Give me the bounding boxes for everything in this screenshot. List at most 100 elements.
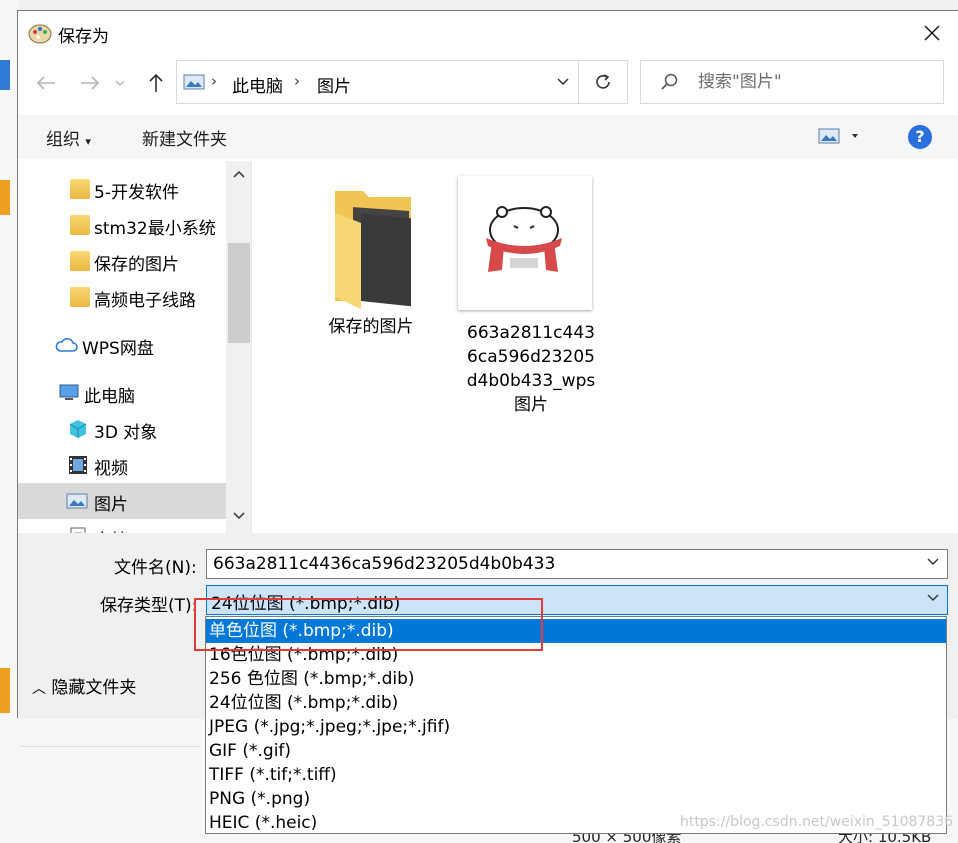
sidebar-item-3d-objects[interactable]: 3D 对象 — [18, 411, 226, 447]
change-view-button[interactable] — [818, 127, 862, 149]
arrow-up-icon — [149, 73, 163, 92]
save-type-options-list: 单色位图 (*.bmp;*.dib) 16色位图 (*.bmp;*.dib) 2… — [205, 616, 947, 834]
bear-mascot-image — [486, 206, 562, 272]
sidebar-item-dev-software[interactable]: 5-开发软件 — [18, 171, 226, 207]
file-item-name-line: 图片 — [514, 395, 548, 415]
breadcrumb-pictures[interactable]: 图片 — [317, 72, 351, 97]
computer-icon — [59, 384, 79, 400]
close-button[interactable] — [906, 11, 958, 55]
cloud-icon — [55, 338, 78, 352]
filename-label: 文件名(N): — [114, 558, 197, 578]
save-type-label: 保存类型(T): — [100, 596, 198, 616]
chevron-up-icon[interactable] — [232, 169, 246, 179]
title-bar: 保存为 — [18, 11, 958, 55]
filename-input[interactable] — [211, 552, 911, 576]
file-item-name: 保存的图片 — [328, 317, 414, 337]
sidebar-item-documents[interactable]: 文档 — [18, 519, 226, 533]
up-button[interactable] — [140, 67, 172, 99]
save-type-select[interactable]: 24位位图 (*.bmp;*.dib) — [206, 585, 948, 615]
caret-down-icon: ▾ — [85, 135, 91, 148]
scrollbar-thumb[interactable] — [228, 243, 250, 343]
file-item-image[interactable]: 663a2811c443 6ca596d23205 d4b0b433_wps 图… — [456, 321, 606, 417]
sidebar-item-label: stm32最小系统 — [94, 219, 216, 239]
folder-icon — [70, 251, 90, 271]
background-app-edge — [0, 0, 18, 843]
sidebar-item-hf-circuits[interactable]: 高频电子线路 — [18, 279, 226, 315]
chevron-down-icon — [115, 80, 125, 86]
help-icon: ? — [915, 127, 925, 146]
folder-icon — [70, 179, 90, 199]
forward-button[interactable] — [74, 67, 106, 99]
save-type-option[interactable]: 256 色位图 (*.bmp;*.dib) — [206, 667, 946, 691]
hide-folders-label: 隐藏文件夹 — [51, 678, 137, 698]
refresh-icon — [596, 74, 610, 89]
sidebar-item-label: 文档 — [94, 526, 128, 533]
navigation-bar: › 此电脑 › 图片 — [18, 59, 958, 107]
refresh-button[interactable] — [578, 60, 628, 104]
sidebar-item-wps-drive[interactable]: WPS网盘 — [18, 327, 226, 363]
sidebar-item-label: WPS网盘 — [82, 339, 154, 359]
save-type-option[interactable]: PNG (*.png) — [206, 787, 946, 811]
dialog-title: 保存为 — [58, 27, 109, 47]
save-type-option[interactable]: 24位位图 (*.bmp;*.dib) — [206, 691, 946, 715]
new-folder-button[interactable]: 新建文件夹 — [142, 125, 227, 150]
sidebar-item-label: 视频 — [94, 459, 128, 479]
command-bar: 组织 ▾ 新建文件夹 ? — [18, 115, 958, 159]
sidebar-item-label: 此电脑 — [84, 387, 135, 407]
sidebar-item-videos[interactable]: 视频 — [18, 447, 226, 483]
file-item-name-line: d4b0b433_wps — [466, 371, 596, 391]
breadcrumb-this-pc[interactable]: 此电脑 — [232, 72, 283, 97]
back-button[interactable] — [30, 67, 62, 99]
organize-label: 组织 — [46, 130, 80, 150]
arrow-right-icon — [81, 76, 100, 90]
image-thumbnail[interactable] — [458, 176, 592, 310]
sidebar-item-label: 5-开发软件 — [94, 183, 179, 203]
chevron-down-icon[interactable] — [556, 74, 570, 90]
search-input[interactable] — [696, 69, 936, 95]
film-icon — [69, 456, 87, 474]
breadcrumb-separator: › — [294, 72, 300, 90]
pictures-folder-icon — [183, 74, 205, 90]
organize-button[interactable]: 组织 ▾ — [46, 125, 91, 150]
filename-field[interactable] — [206, 549, 948, 579]
pictures-icon — [66, 493, 88, 509]
navigation-pane: 5-开发软件 stm32最小系统 保存的图片 高频电子线路 WPS网盘 此电脑 … — [18, 161, 252, 533]
sidebar-item-label: 图片 — [94, 495, 128, 515]
chevron-up-icon: ︿ — [32, 681, 46, 697]
save-as-dialog: 保存为 › 此电脑 › 图片 搜索"图片" 组织 ▾ 新建文件夹 ? 5-开发软… — [17, 10, 958, 719]
save-type-option[interactable]: 16色位图 (*.bmp;*.dib) — [206, 643, 946, 667]
search-icon — [661, 73, 678, 90]
sidebar-item-pictures[interactable]: 图片 — [18, 483, 226, 519]
chevron-down-icon[interactable] — [927, 558, 939, 566]
file-item-name-line: 6ca596d23205 — [467, 347, 595, 367]
sidebar-item-label: 高频电子线路 — [94, 291, 196, 311]
folder-icon — [70, 287, 90, 307]
save-type-option[interactable]: JPEG (*.jpg;*.jpeg;*.jpe;*.jfif) — [206, 715, 946, 739]
chevron-down-icon[interactable] — [927, 594, 939, 602]
folder-icon — [70, 215, 90, 235]
nav-pane-scrollbar[interactable] — [226, 161, 251, 533]
sidebar-item-saved-pictures[interactable]: 保存的图片 — [18, 243, 226, 279]
file-list: 保存的图片 663a2811c443 6ca596d23205 d4b0b433… — [258, 161, 958, 533]
recent-locations-button[interactable] — [110, 67, 130, 99]
arrow-left-icon — [36, 76, 55, 90]
hide-folders-button[interactable]: ︿ 隐藏文件夹 — [32, 673, 136, 698]
search-box[interactable] — [640, 60, 944, 104]
save-type-option[interactable]: TIFF (*.tif;*.tiff) — [206, 763, 946, 787]
address-bar[interactable]: › 此电脑 › 图片 — [176, 60, 579, 104]
close-icon — [924, 25, 940, 41]
paint-palette-icon — [28, 24, 52, 44]
folder-icon — [335, 191, 411, 309]
sidebar-item-label: 3D 对象 — [94, 423, 158, 443]
save-type-option[interactable]: GIF (*.gif) — [206, 739, 946, 763]
save-type-value: 24位位图 (*.bmp;*.dib) — [211, 594, 401, 614]
cube-icon — [69, 420, 87, 438]
sidebar-item-label: 保存的图片 — [94, 255, 179, 275]
watermark: https://blog.csdn.net/weixin_51087836 — [680, 814, 954, 830]
help-button[interactable]: ? — [908, 125, 932, 149]
sidebar-item-stm32[interactable]: stm32最小系统 — [18, 207, 226, 243]
file-item-saved-pictures-folder[interactable]: 保存的图片 — [296, 183, 446, 339]
sidebar-item-this-pc[interactable]: 此电脑 — [18, 375, 226, 411]
chevron-down-icon[interactable] — [232, 511, 246, 521]
save-type-option[interactable]: 单色位图 (*.bmp;*.dib) — [206, 619, 946, 643]
